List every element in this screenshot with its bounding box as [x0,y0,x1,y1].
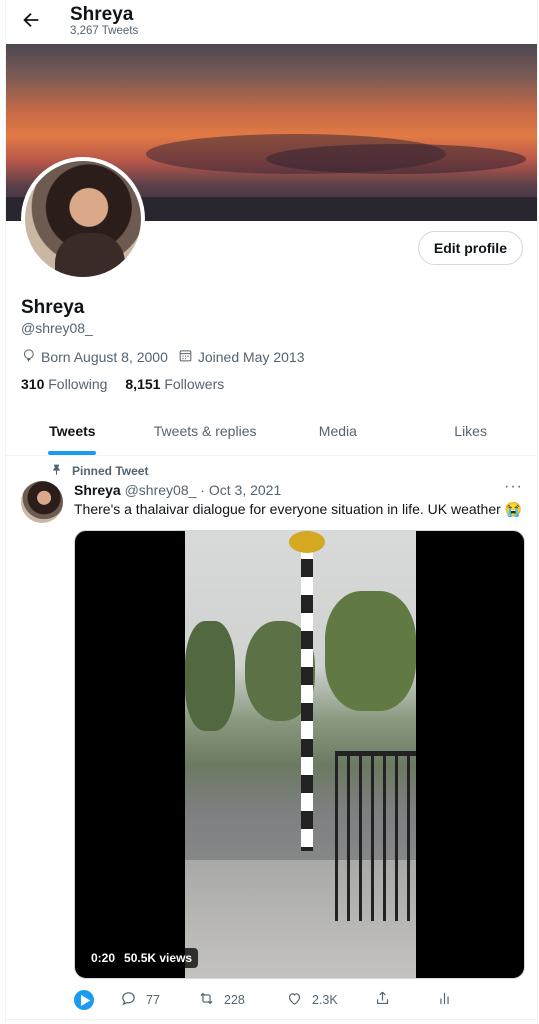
tweet-video[interactable]: 0:20 50.5K views [74,530,525,979]
tweet-avatar[interactable] [21,481,63,523]
followers-label: Followers [164,376,225,392]
share-icon [374,990,391,1010]
tweet-header: Shreya @shrey08_ · Oct 3, 2021 [74,482,281,498]
reply-count: 77 [146,993,160,1007]
like-button[interactable]: 2.3K [286,990,374,1010]
following-label: Following [48,376,108,392]
joined-text: Joined May 2013 [197,349,305,365]
like-count: 2.3K [312,993,338,1007]
divider [6,1019,537,1020]
scene-tree [325,591,416,711]
active-tab-indicator [48,451,97,455]
scene-tree [185,621,235,731]
tweet-text: There's a thalaivar dialogue for everyon… [74,501,523,517]
following-link[interactable]: 310 Following [21,376,107,392]
tab-label: Media [318,423,357,439]
followers-link[interactable]: 8,151 Followers [125,376,224,392]
analytics-icon [436,990,453,1010]
birthday-text: Born August 8, 2000 [41,349,168,365]
tweet-author-handle[interactable]: @shrey08_ [125,482,197,498]
birthday-item: Born August 8, 2000 [21,348,168,366]
pin-icon [50,463,63,479]
top-bar: Shreya 3,267 Tweets [6,0,537,44]
reply-button[interactable]: 77 [120,990,198,1010]
video-views: 50.5K views [124,951,193,965]
banner-cloud [266,144,526,174]
header-tweet-count: 3,267 Tweets [70,25,139,37]
tab-media[interactable]: Media [272,410,405,455]
tab-tweets-replies[interactable]: Tweets & replies [139,410,272,455]
balloon-icon [21,348,36,366]
share-button[interactable] [374,990,436,1010]
tab-tweets[interactable]: Tweets [6,410,139,455]
calendar-icon [178,348,193,366]
tweet-author-name[interactable]: Shreya [74,482,121,498]
tab-label: Tweets [49,423,96,439]
analytics-button[interactable] [436,990,453,1010]
scene-beacon [289,531,325,553]
tweet-date[interactable]: Oct 3, 2021 [209,482,281,498]
tweet-separator: · [200,482,205,498]
retweet-count: 228 [224,993,245,1007]
retweet-icon [198,990,215,1010]
profile-page: Shreya 3,267 Tweets Edit profile Shreya … [5,0,538,1024]
pinned-indicator: Pinned Tweet [50,463,148,479]
header-name: Shreya [70,4,134,25]
tab-likes[interactable]: Likes [404,410,537,455]
arrow-left-icon[interactable] [20,9,42,31]
heart-icon [286,990,303,1010]
play-icon [74,990,94,1010]
profile-handle: @shrey08_ [21,320,93,336]
video-thumbnail [185,531,416,978]
tweet-actions: 77 228 2.3K [74,988,529,1012]
scene-beacon-pole [301,541,313,851]
profile-avatar[interactable] [21,157,145,281]
reply-icon [120,990,137,1010]
play-button[interactable] [74,990,120,1010]
following-count: 310 [21,376,45,392]
video-duration: 0:20 [91,951,116,965]
profile-meta: Born August 8, 2000 Joined May 2013 [21,348,305,366]
scene-fence [335,751,416,921]
follow-stats: 310 Following 8,151 Followers [21,376,224,392]
profile-tabs: Tweets Tweets & replies Media Likes [6,410,537,456]
joined-item: Joined May 2013 [178,348,305,366]
video-info-badge: 0:20 50.5K views [85,948,199,968]
pinned-label: Pinned Tweet [72,464,149,478]
avatar-figure [55,233,125,277]
tab-label: Tweets & replies [153,423,257,439]
profile-name: Shreya [21,297,85,318]
tab-label: Likes [454,423,487,439]
edit-profile-button[interactable]: Edit profile [417,231,523,265]
retweet-button[interactable]: 228 [198,990,286,1010]
followers-count: 8,151 [125,376,161,392]
more-options-icon[interactable]: ··· [504,478,523,496]
